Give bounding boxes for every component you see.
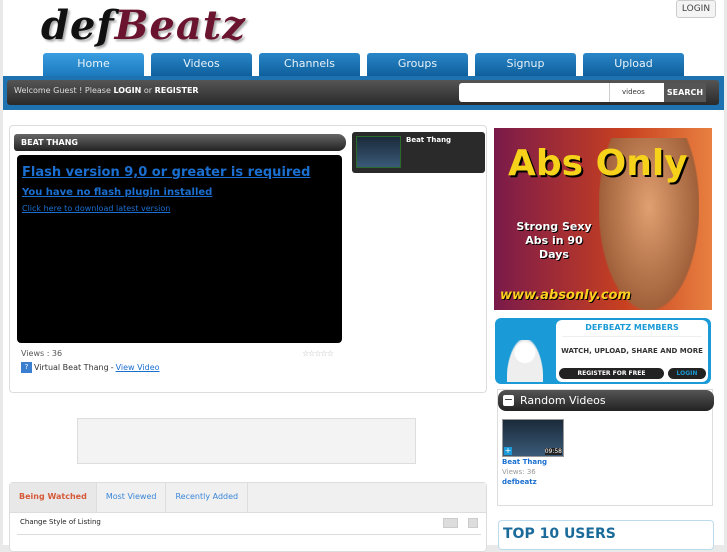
featured-title: BEAT THANG	[14, 134, 346, 151]
ad-title: Abs Only	[508, 143, 688, 184]
register-button[interactable]: REGISTER FOR FREE	[559, 368, 664, 379]
tab-most-viewed[interactable]: Most Viewed	[97, 483, 167, 512]
user-avatar-icon	[507, 340, 543, 382]
flash-required-link[interactable]: Flash version 9,0 or greater is required	[22, 165, 337, 180]
nav-bar: Welcome Guest ! Please LOGIN or REGISTER…	[3, 76, 724, 110]
rating-stars[interactable]: ☆☆☆☆☆	[302, 349, 334, 358]
video-duration: 09:58	[544, 448, 562, 455]
ad-banner[interactable]: Abs Only Strong Sexy Abs in 90 Days www.…	[494, 128, 712, 310]
ad-banner-placeholder	[77, 418, 416, 464]
page: defBeatz LOGIN Home Videos Channels Grou…	[3, 0, 724, 552]
ad-tagline: Strong Sexy Abs in 90 Days	[516, 220, 592, 261]
playlist-item-title[interactable]: Beat Thang	[406, 136, 451, 144]
collapse-icon[interactable]: −	[503, 394, 514, 406]
video-user-link[interactable]: defbeatz	[502, 478, 537, 486]
video-player[interactable]: Flash version 9,0 or greater is required…	[17, 155, 342, 343]
search-scope-select[interactable]: videos	[609, 83, 664, 102]
random-videos-panel: − Random Videos +09:58 Beat Thang Views: …	[497, 389, 714, 506]
video-name: Virtual Beat Thang	[34, 363, 109, 372]
nav-home[interactable]: Home	[43, 53, 144, 77]
no-plugin-link[interactable]: You have no flash plugin installed	[22, 187, 337, 198]
search-input[interactable]	[459, 83, 609, 102]
divider	[17, 534, 481, 535]
or-label: or	[143, 86, 153, 95]
members-box: DEFBEATZ MEMBERS WATCH, UPLOAD, SHARE AN…	[495, 318, 711, 384]
members-subtitle: WATCH, UPLOAD, SHARE AND MORE	[561, 347, 703, 355]
video-title-link[interactable]: Beat Thang	[502, 458, 547, 466]
video-thumbnail[interactable]	[356, 136, 401, 168]
tab-being-watched[interactable]: Being Watched	[10, 483, 97, 512]
top-users-title: TOP 10 USERS	[498, 520, 714, 550]
video-thumbnail[interactable]: +09:58	[502, 419, 564, 457]
register-link[interactable]: REGISTER	[155, 86, 199, 95]
top-login-button[interactable]: LOGIN	[676, 0, 716, 18]
nav-signup[interactable]: Signup	[475, 53, 576, 77]
nav-channels[interactable]: Channels	[259, 53, 360, 77]
featured-video-panel: BEAT THANG Flash version 9,0 or greater …	[9, 125, 487, 393]
add-icon[interactable]: +	[504, 447, 512, 455]
tab-recently-added[interactable]: Recently Added	[166, 483, 249, 512]
main-nav: Home Videos Channels Groups Signup Uploa…	[43, 53, 684, 77]
video-views: Views: 36	[502, 468, 536, 476]
video-listing: Being Watched Most Viewed Recently Added…	[9, 482, 487, 552]
separator: -	[110, 363, 114, 372]
download-flash-link[interactable]: Click here to download latest version	[22, 204, 337, 213]
playlist-item[interactable]: Beat Thang	[352, 132, 485, 173]
logo-part: Beatz	[114, 2, 246, 49]
logo-part: def	[41, 2, 115, 49]
view-count: Views : 36	[21, 349, 63, 358]
login-button[interactable]: LOGIN	[668, 368, 706, 379]
search-form: videos SEARCH	[459, 83, 717, 102]
welcome-label: Welcome Guest ! Please	[14, 86, 111, 95]
view-video-link[interactable]: View Video	[116, 363, 160, 372]
change-style-label: Change Style of Listing	[20, 518, 101, 526]
nav-upload[interactable]: Upload	[583, 53, 684, 77]
site-logo[interactable]: defBeatz	[41, 2, 246, 49]
grid-view-icon[interactable]	[468, 518, 478, 528]
search-button[interactable]: SEARCH	[664, 83, 706, 102]
nav-videos[interactable]: Videos	[151, 53, 252, 77]
video-icon: ?	[21, 362, 32, 373]
ad-url: www.absonly.com	[500, 288, 631, 303]
random-videos-header: − Random Videos	[498, 390, 714, 411]
video-info: ? Virtual Beat Thang - View Video	[21, 362, 160, 373]
random-videos-title: Random Videos	[520, 394, 606, 407]
login-link[interactable]: LOGIN	[113, 86, 141, 95]
members-title: DEFBEATZ MEMBERS	[562, 323, 702, 337]
list-view-icon[interactable]	[443, 518, 458, 528]
nav-groups[interactable]: Groups	[367, 53, 468, 77]
welcome-text: Welcome Guest ! Please LOGIN or REGISTER	[14, 86, 199, 95]
